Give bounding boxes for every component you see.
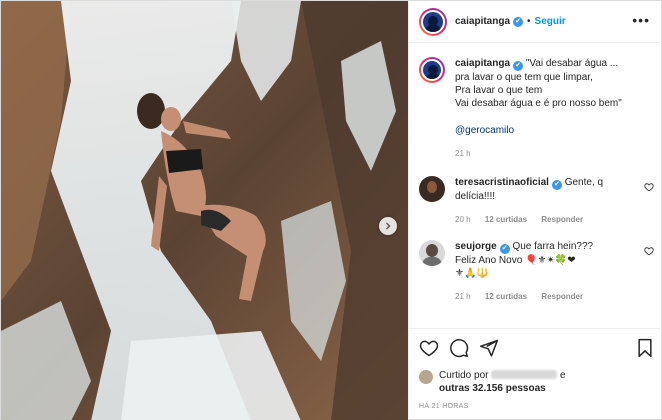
verified-badge-icon: ✔	[551, 180, 562, 190]
caption-meta: 21 h	[455, 147, 630, 160]
likes-text: Curtido por e outras 32.156 pessoas	[439, 369, 566, 395]
post-timestamp[interactable]: HÁ 21 HORAS	[419, 403, 654, 410]
comment-icon[interactable]	[449, 338, 469, 358]
verified-badge-icon: ✔	[513, 61, 524, 71]
separator-dot: •	[527, 16, 531, 27]
caption-username[interactable]: caiapitanga	[455, 58, 510, 69]
comment-reply-button[interactable]: Responder	[541, 292, 583, 301]
post-photo[interactable]	[1, 1, 408, 420]
comment-time[interactable]: 21 h	[455, 292, 471, 301]
next-photo-button[interactable]	[379, 217, 397, 235]
caption-time[interactable]: 21 h	[455, 149, 471, 158]
comment-text-block: seujorge ✔ Que farra hein??? Feliz Ano No…	[455, 240, 630, 303]
chevron-right-icon	[386, 222, 391, 230]
comment-likes-link[interactable]: 12 curtidas	[485, 292, 527, 301]
comment-reply-button[interactable]: Responder	[541, 215, 583, 224]
action-icons	[419, 337, 654, 359]
post-header: caiapitanga ✔ • Seguir •••	[409, 1, 662, 43]
caption-mention-link[interactable]: @gerocamilo	[455, 124, 630, 137]
likes-conj: e	[560, 370, 566, 381]
commenter-avatar[interactable]	[419, 240, 445, 266]
comment-row: teresacristinaoficial ✔ Gente, q delícia!…	[419, 176, 654, 226]
comment-meta: 21 h 12 curtidas Responder	[455, 290, 630, 303]
comment-username[interactable]: seujorge	[455, 241, 497, 252]
author-username[interactable]: caiapitanga	[455, 16, 510, 27]
verified-badge-icon: ✔	[499, 244, 510, 254]
share-icon[interactable]	[479, 338, 499, 358]
comment-like-heart-icon[interactable]	[644, 246, 654, 256]
likes-others-link[interactable]: outras 32.156 pessoas	[439, 383, 546, 394]
waterfall-image	[1, 1, 408, 420]
commenter-avatar[interactable]	[419, 176, 445, 202]
likes-prefix: Curtido por	[439, 370, 489, 381]
comment-time[interactable]: 20 h	[455, 215, 471, 224]
more-options-button[interactable]: •••	[632, 13, 650, 27]
post-sidebar: caiapitanga ✔ • Seguir ••• caiapitanga ✔ …	[408, 1, 662, 420]
caption-text-block: caiapitanga ✔ "Vai desabar água ... pra l…	[455, 57, 630, 160]
author-info: caiapitanga ✔ • Seguir	[455, 16, 566, 27]
follow-button[interactable]: Seguir	[535, 16, 566, 27]
comment-username[interactable]: teresacristinaoficial	[455, 177, 549, 188]
verified-badge-icon: ✔	[513, 16, 524, 27]
author-avatar[interactable]	[419, 7, 447, 36]
comment-row: seujorge ✔ Que farra hein??? Feliz Ano No…	[419, 240, 654, 303]
comment-text-block: teresacristinaoficial ✔ Gente, q delícia!…	[455, 176, 630, 226]
comment-likes-link[interactable]: 12 curtidas	[485, 215, 527, 224]
comment-like-heart-icon[interactable]	[644, 182, 654, 192]
post-actions: Curtido por e outras 32.156 pessoas HÁ 2…	[409, 328, 662, 420]
bookmark-icon[interactable]	[636, 338, 654, 358]
comment-meta: 20 h 12 curtidas Responder	[455, 213, 630, 226]
liker-avatar[interactable]	[419, 370, 433, 384]
caption-row: caiapitanga ✔ "Vai desabar água ... pra l…	[419, 57, 654, 160]
heart-icon[interactable]	[419, 338, 439, 358]
caption-avatar[interactable]	[419, 57, 445, 83]
instagram-post: caiapitanga ✔ • Seguir ••• caiapitanga ✔ …	[0, 0, 662, 420]
blurred-liker-username[interactable]	[491, 370, 558, 379]
comments-section: caiapitanga ✔ "Vai desabar água ... pra l…	[409, 43, 662, 328]
likes-summary: Curtido por e outras 32.156 pessoas	[419, 369, 654, 395]
